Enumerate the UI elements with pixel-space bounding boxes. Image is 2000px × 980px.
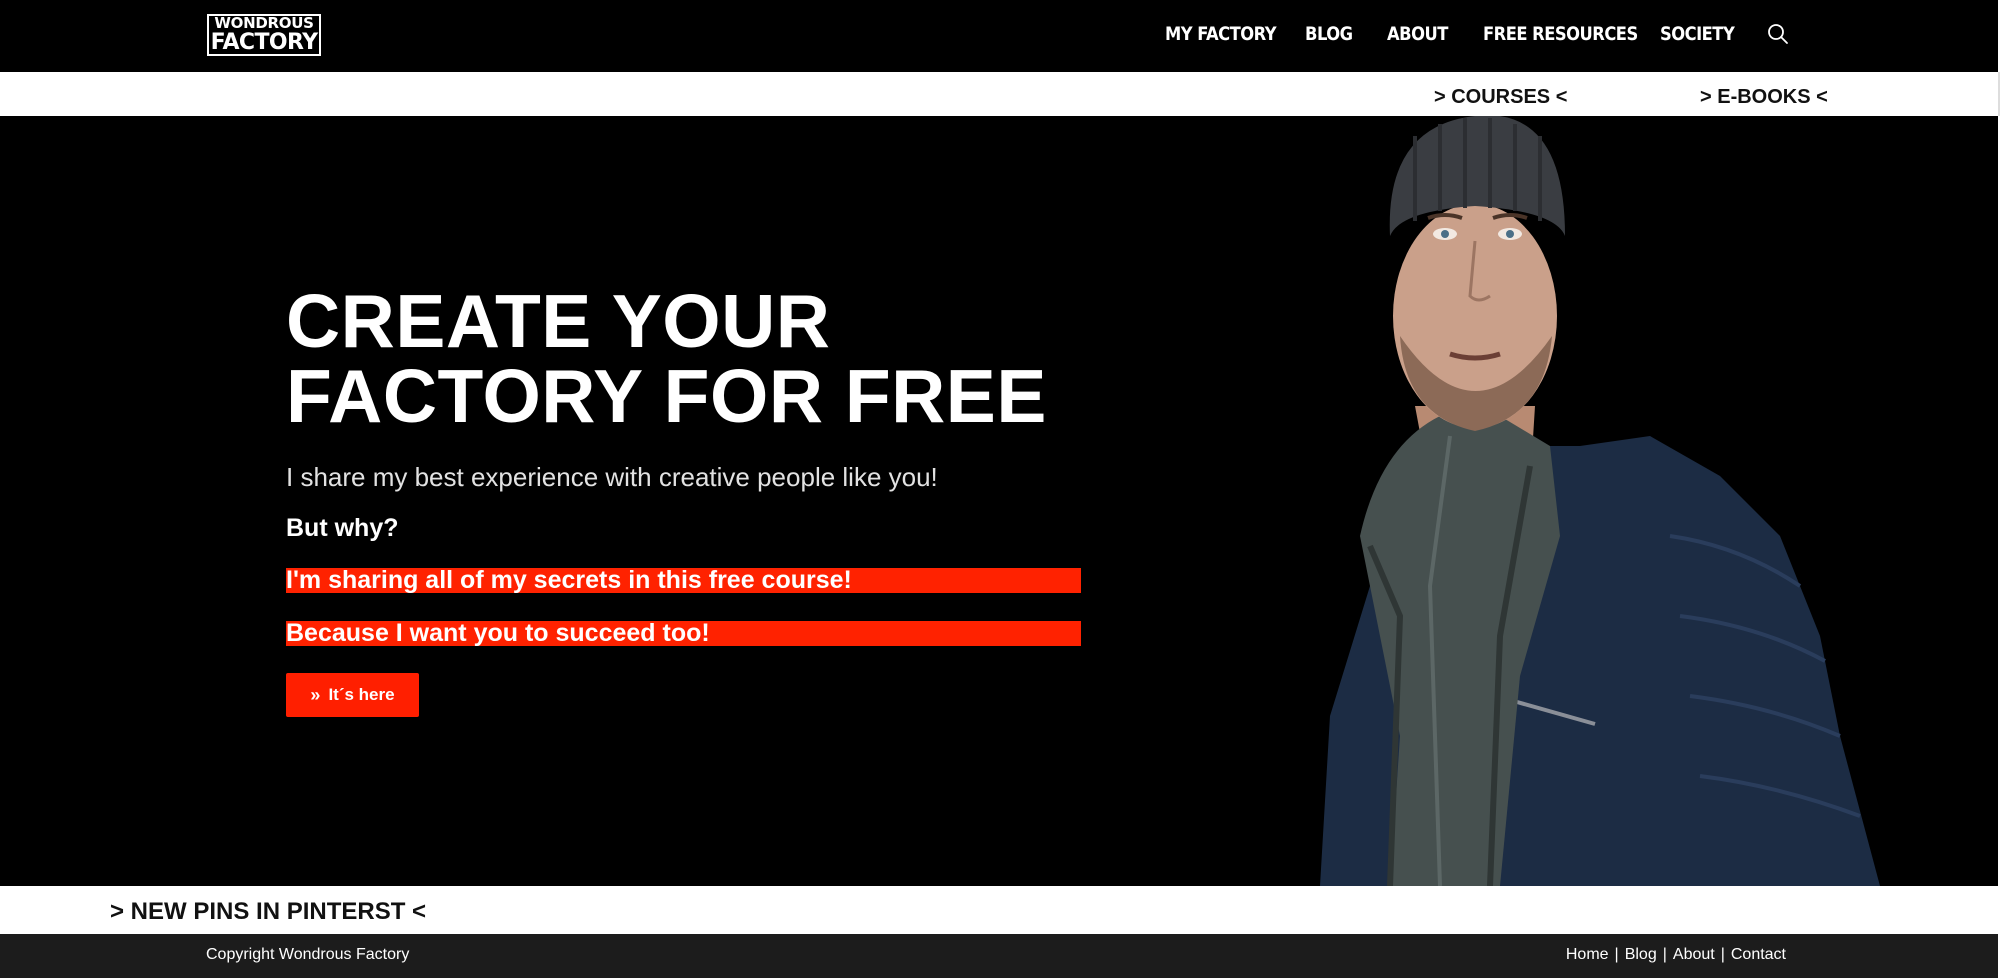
highlight-text-succeed: Because I want you to succeed too! xyxy=(286,621,1081,646)
copyright-text: Copyright Wondrous Factory xyxy=(206,946,410,963)
sub-navbar: > COURSES < > E-BOOKS < xyxy=(0,72,2000,116)
logo-text-line1: WONDROUS xyxy=(214,14,314,32)
nav-item-society[interactable]: SOCIETY xyxy=(1660,23,1735,45)
footer-separator: | xyxy=(1720,946,1725,963)
nav-item-blog[interactable]: BLOG xyxy=(1305,23,1353,45)
nav-item-my-factory[interactable]: MY FACTORY xyxy=(1165,23,1277,45)
footer: Copyright Wondrous Factory Home | Blog | Abo… xyxy=(0,934,1998,978)
new-pins-pinterest-link[interactable]: > NEW PINS IN PINTERST < xyxy=(110,898,426,926)
nav-item-about[interactable]: ABOUT xyxy=(1387,23,1448,45)
pinterest-pins-bar: > NEW PINS IN PINTERST < xyxy=(0,886,1998,934)
footer-link-home[interactable]: Home xyxy=(1566,946,1609,963)
double-chevron-right-icon: » xyxy=(310,685,321,705)
why-heading: But why? xyxy=(286,514,399,542)
footer-links: Home | Blog | About | Contact xyxy=(1566,946,1786,964)
its-here-button[interactable]: » It´s here xyxy=(286,673,419,717)
hero-subtitle: I share my best experience with creative… xyxy=(286,462,938,492)
courses-link[interactable]: > COURSES < xyxy=(1434,86,1567,109)
its-here-label: It´s here xyxy=(328,685,395,704)
ebooks-link[interactable]: > E-BOOKS < xyxy=(1700,86,1828,109)
hero-section: CREATE YOUR FACTORY FOR FREE I share my … xyxy=(0,116,1998,886)
site-logo[interactable]: WONDROUS FACTORY xyxy=(207,14,321,56)
footer-separator: | xyxy=(1614,946,1619,963)
highlight-text-secrets: I'm sharing all of my secrets in this fr… xyxy=(286,568,1081,593)
logo-text-line2: FACTORY xyxy=(210,30,318,55)
footer-link-blog[interactable]: Blog xyxy=(1625,946,1657,963)
hero-title: CREATE YOUR FACTORY FOR FREE xyxy=(286,279,1047,438)
search-icon[interactable] xyxy=(1766,22,1790,46)
hero-portrait-image xyxy=(1320,116,1880,886)
footer-link-contact[interactable]: Contact xyxy=(1731,946,1786,963)
footer-link-about[interactable]: About xyxy=(1673,946,1715,963)
footer-separator: | xyxy=(1662,946,1667,963)
nav-item-free-resources[interactable]: FREE RESOURCES xyxy=(1483,23,1638,45)
top-navbar: WONDROUS FACTORY MY FACTORY BLOG ABOUT F… xyxy=(0,0,1998,72)
